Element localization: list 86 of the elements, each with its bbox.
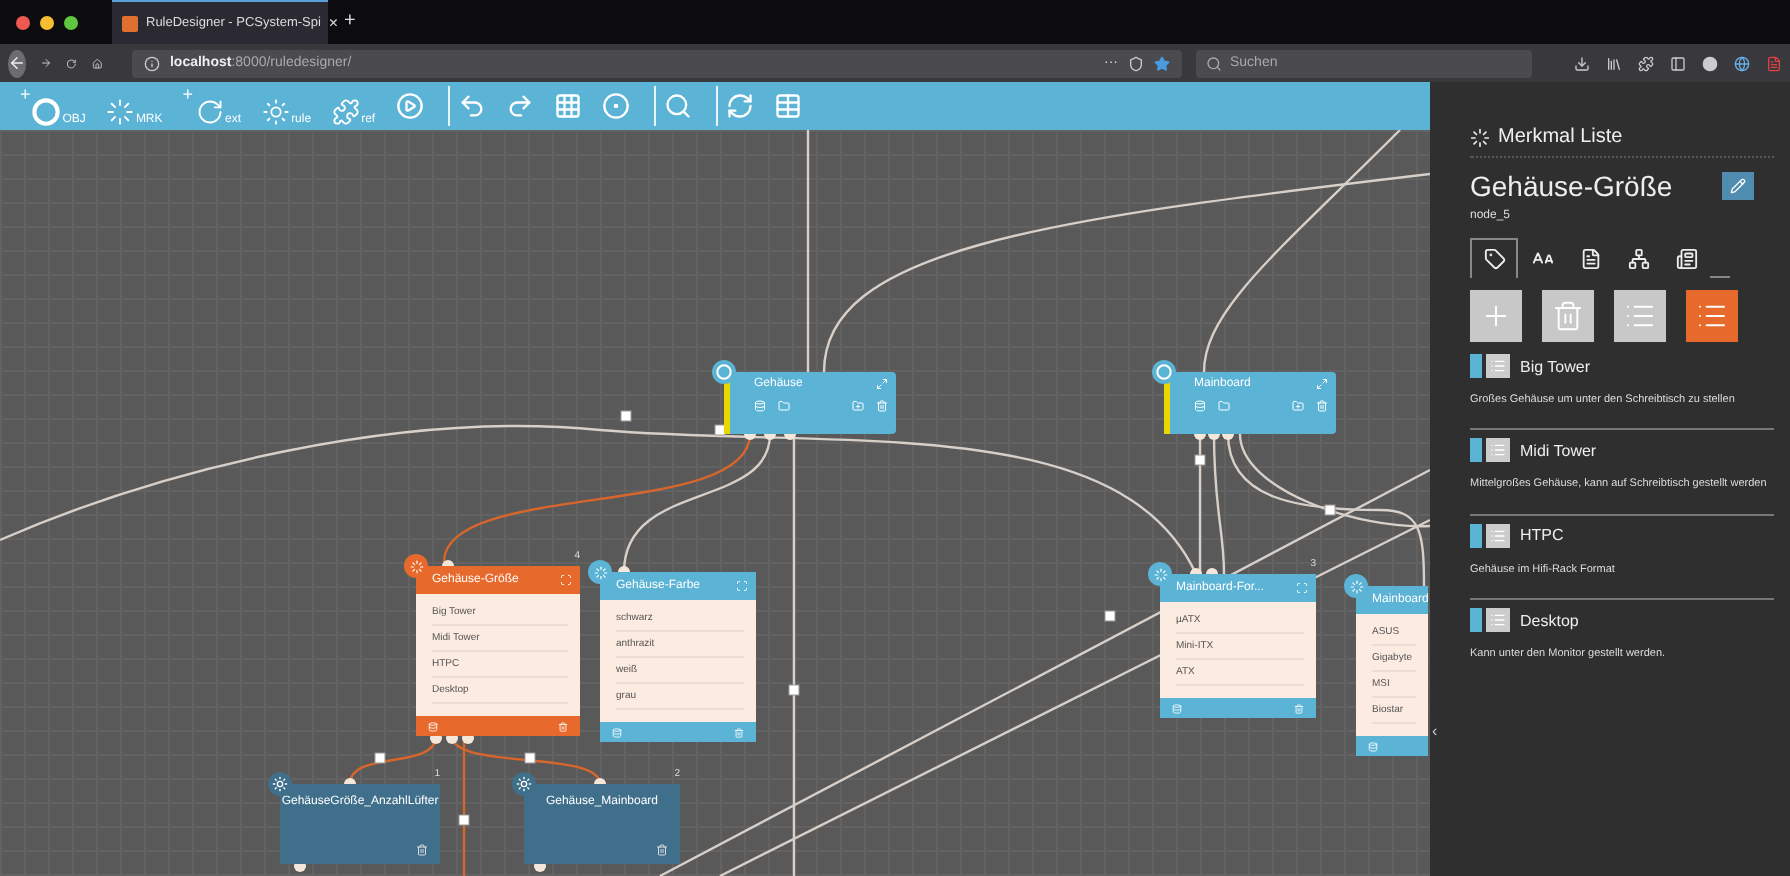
search-icon — [1205, 55, 1222, 71]
plus-icon — [1480, 300, 1512, 332]
ring-icon — [32, 98, 61, 126]
arrow-left-icon — [8, 54, 27, 72]
table-icon — [773, 92, 802, 120]
edit-button[interactable] — [1722, 172, 1754, 200]
forward-icon — [40, 54, 53, 72]
hierarchy-icon — [1627, 248, 1649, 270]
globe-icon — [1733, 55, 1750, 71]
tab-close[interactable]: × — [328, 15, 339, 31]
newspaper-icon — [1675, 248, 1697, 270]
window-maximize-button[interactable] — [64, 15, 78, 29]
refresh-icon — [725, 92, 754, 120]
trash-button[interactable] — [1542, 290, 1594, 342]
document-icon — [1765, 55, 1782, 71]
favicon-icon — [122, 15, 138, 31]
value-name: Big Tower — [1520, 357, 1590, 375]
database-icon — [1368, 741, 1378, 751]
sidebar-icon — [1669, 55, 1686, 71]
window-close-button[interactable] — [16, 15, 30, 29]
collapse-toggle[interactable]: ‹ — [1432, 722, 1438, 740]
value-name: HTPC — [1520, 526, 1564, 545]
trash-icon — [876, 400, 888, 412]
trash-icon — [1294, 703, 1304, 713]
value-name: Desktop — [1520, 611, 1579, 630]
puzzle-icon — [1637, 55, 1654, 71]
refresh-icon — [195, 98, 224, 126]
target-icon — [601, 92, 630, 120]
info-icon — [143, 55, 160, 71]
puzzle-icon — [331, 98, 360, 126]
spinner-icon — [105, 98, 134, 126]
text-size-icon — [1531, 248, 1553, 270]
spinner-icon — [404, 554, 428, 578]
database-icon — [1172, 703, 1182, 713]
database-icon — [428, 721, 438, 731]
search-icon — [663, 92, 692, 120]
play-icon — [395, 92, 424, 120]
undo-icon — [457, 92, 486, 120]
tag-icon — [1483, 248, 1505, 270]
reload-icon — [66, 55, 78, 71]
database-icon — [1194, 400, 1206, 412]
spinner-icon — [588, 560, 612, 584]
folder-plus-icon — [852, 400, 864, 412]
download-icon — [1573, 55, 1590, 71]
sun-icon — [261, 98, 290, 126]
spinner-icon — [1148, 562, 1172, 586]
value-marker — [1470, 438, 1482, 463]
pencil-icon — [1730, 178, 1746, 194]
folder-icon — [778, 400, 790, 412]
database-icon — [612, 727, 622, 737]
value-name: Midi Tower — [1520, 441, 1597, 460]
shield-icon — [1127, 55, 1144, 71]
sun-icon — [512, 772, 536, 796]
value-marker — [1470, 354, 1482, 378]
trash-icon — [1316, 400, 1328, 412]
window-minimize-button[interactable] — [40, 15, 54, 29]
trash-icon — [558, 721, 568, 731]
trash-icon — [656, 844, 668, 856]
new-tab-button[interactable]: + — [344, 12, 356, 32]
document-icon — [1579, 248, 1601, 270]
tag-tab[interactable] — [1470, 238, 1518, 278]
value-marker — [1470, 523, 1482, 548]
circle-icon — [1701, 55, 1718, 71]
trash-icon — [734, 727, 744, 737]
value-marker — [1470, 608, 1482, 633]
spinner-icon — [1344, 574, 1368, 598]
star-icon[interactable] — [1153, 55, 1170, 71]
plus-button[interactable] — [1470, 290, 1522, 342]
list-button[interactable] — [1686, 290, 1738, 342]
trash-icon — [1552, 300, 1584, 332]
folder-icon — [1218, 400, 1230, 412]
redo-icon — [505, 92, 534, 120]
back-button[interactable] — [8, 49, 27, 77]
ring-icon — [712, 360, 736, 384]
spinner-icon — [1470, 127, 1490, 147]
database-icon — [754, 400, 766, 412]
feature-name: Gehäuse-Größe — [1470, 170, 1673, 202]
home-icon — [91, 55, 102, 71]
list-button[interactable] — [1614, 290, 1666, 342]
library-icon — [1605, 55, 1622, 71]
panel-title: Merkmal Liste — [1498, 126, 1623, 148]
trash-icon — [416, 844, 428, 856]
sun-icon — [268, 772, 292, 796]
grid-icon — [553, 92, 582, 120]
folder-plus-icon — [1292, 400, 1304, 412]
ring-icon — [1152, 360, 1176, 384]
